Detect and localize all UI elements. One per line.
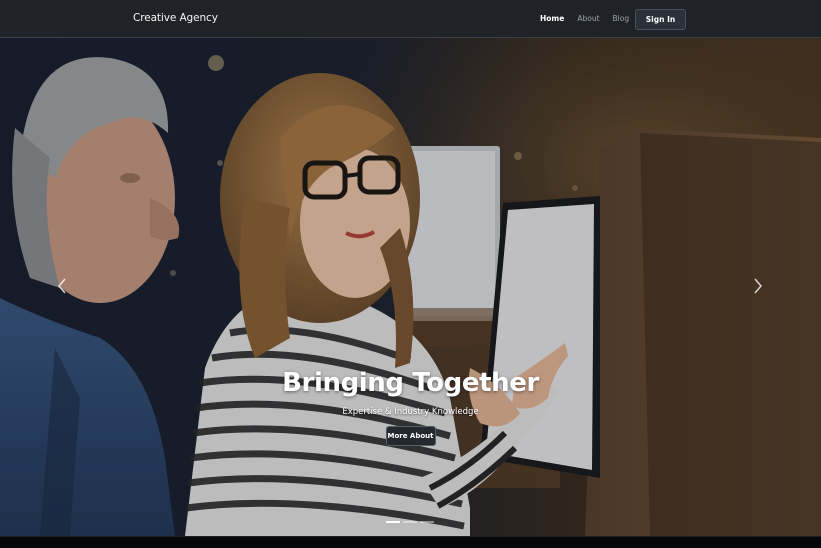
hero-overlay xyxy=(0,38,821,536)
nav-link-home[interactable]: Home xyxy=(540,14,564,23)
hero-title: Bringing Together xyxy=(282,368,539,398)
nav-link-about[interactable]: About xyxy=(577,14,599,23)
brand-logo[interactable]: Creative Agency xyxy=(133,12,218,24)
carousel-indicators xyxy=(386,521,434,523)
sign-in-button[interactable]: Sign In xyxy=(635,9,686,30)
carousel-indicator-3[interactable] xyxy=(420,521,434,523)
nav-links: Home About Blog xyxy=(540,14,642,23)
navbar: Creative Agency Home About Blog Sign In xyxy=(0,0,821,38)
hero-caption: Bringing Together Expertise & Industry K… xyxy=(0,368,821,446)
chevron-left-icon xyxy=(58,278,66,294)
hero-carousel: Bringing Together Expertise & Industry K… xyxy=(0,38,821,536)
carousel-next-button[interactable] xyxy=(748,274,768,298)
more-about-button[interactable]: More About xyxy=(385,426,436,446)
carousel-indicator-1[interactable] xyxy=(386,521,400,523)
bottom-bar xyxy=(0,536,821,548)
carousel-indicator-2[interactable] xyxy=(403,521,417,523)
hero-subtitle: Expertise & Industry Knowledge xyxy=(342,407,479,417)
carousel-prev-button[interactable] xyxy=(52,274,72,298)
nav-link-blog[interactable]: Blog xyxy=(613,14,630,23)
chevron-right-icon xyxy=(754,278,762,294)
